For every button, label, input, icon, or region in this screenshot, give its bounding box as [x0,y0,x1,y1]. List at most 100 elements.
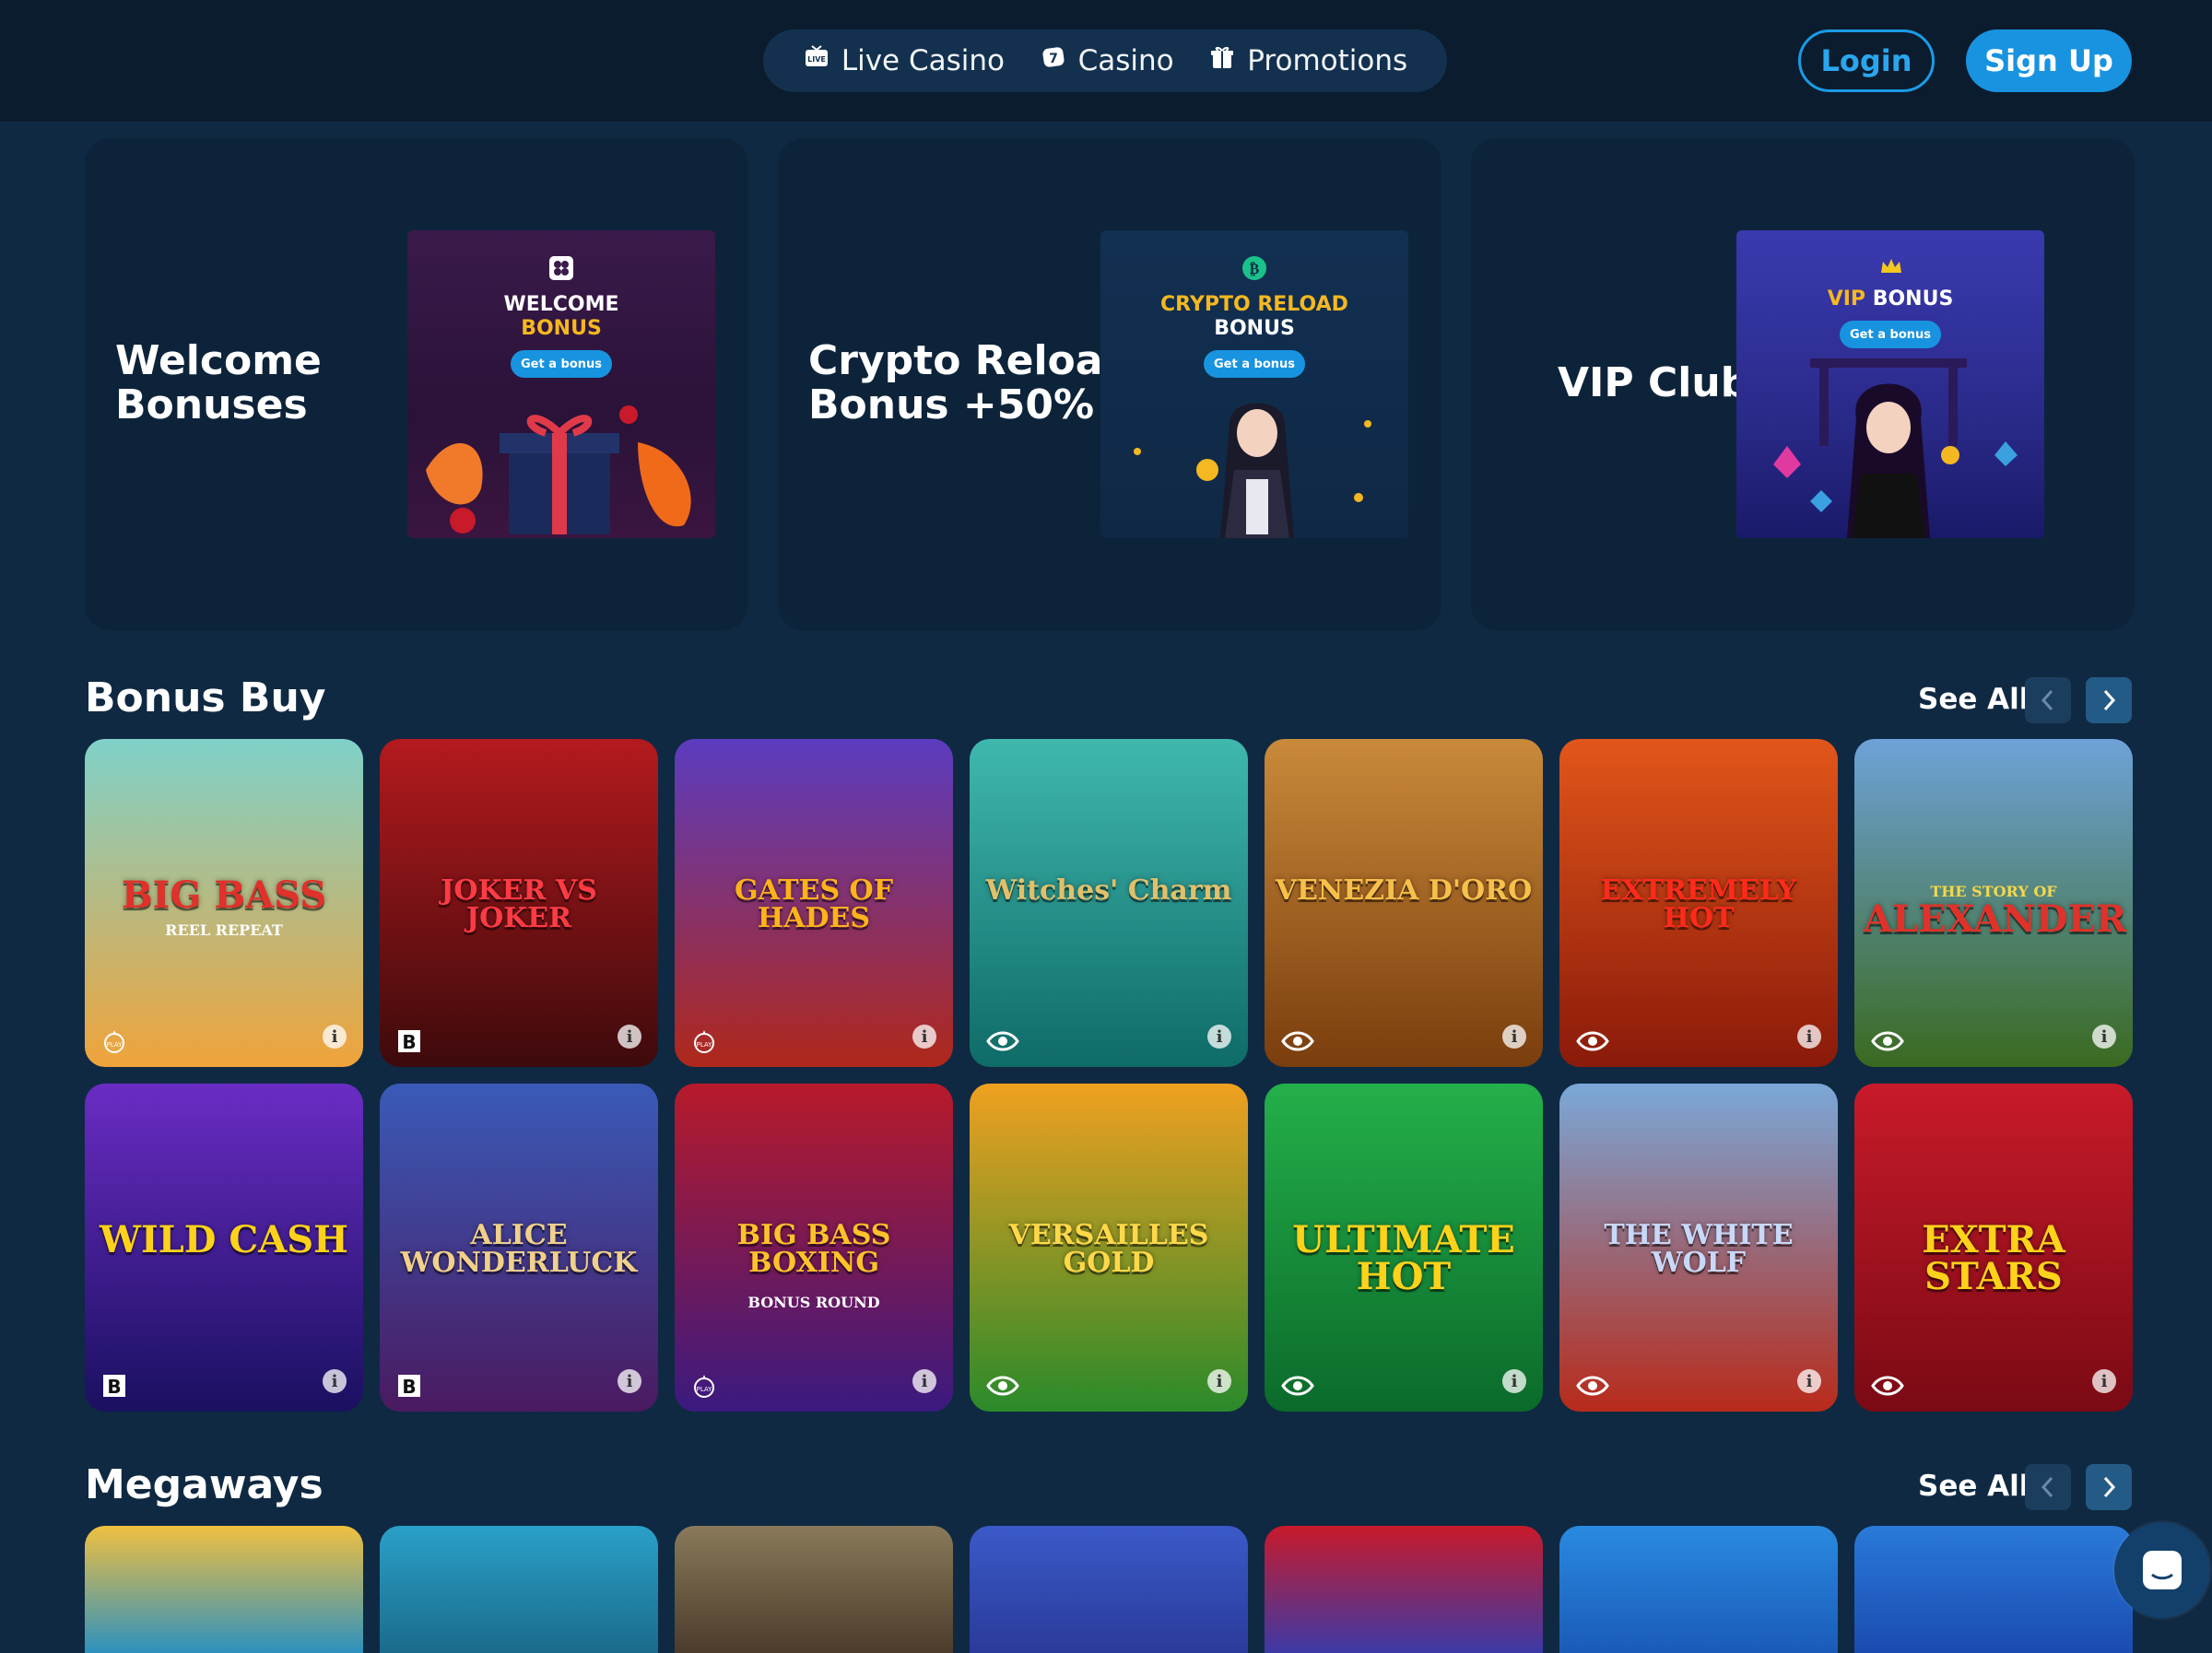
bgaming-icon: B [101,1373,127,1399]
character-illustration [1134,403,1371,538]
eye-icon [1576,1373,1609,1399]
banner-title-line1: CRYPTO RELOAD [1160,293,1348,316]
game-logo: BIG BASS BOXING [736,1219,891,1279]
bonus-buy-prev-button[interactable] [2025,677,2071,723]
svg-text:₿: ₿ [1250,260,1260,277]
info-icon[interactable]: i [1502,1025,1526,1049]
nav-casino[interactable]: 7 Casino [1040,43,1174,78]
game-logo: GATES OF HADES [735,874,893,934]
game-tile[interactable]: BIG BASS REEL REPEAT PLAY i [85,739,363,1067]
info-icon[interactable]: i [1797,1025,1821,1049]
game-tile[interactable] [1559,1526,1838,1653]
info-icon[interactable]: i [1797,1369,1821,1393]
banner-title-line1: WELCOME [503,293,619,316]
chevron-right-icon [2103,1476,2116,1498]
nav-live-casino[interactable]: LIVE Live Casino [803,43,1005,78]
game-logo: EXTRA STARS [1922,1218,2065,1298]
game-tile[interactable]: THE STORY OF ALEXANDER i [1854,739,2133,1067]
game-tile[interactable] [380,1526,658,1653]
section-title-bonus-buy: Bonus Buy [85,674,326,721]
game-logo: JOKER VS JOKER [441,874,597,934]
top-header: LIVE Live Casino 7 Casino Promotions Log… [0,0,2212,122]
game-tile[interactable] [675,1526,953,1653]
megaways-next-button[interactable] [2086,1464,2132,1510]
svg-text:PLAY: PLAY [107,1041,124,1049]
banner-title: VIP BONUS [1736,287,2044,311]
megaways-prev-button[interactable] [2025,1464,2071,1510]
game-tile[interactable]: Witches' Charm i [970,739,1248,1067]
eye-icon [986,1373,1019,1399]
chevron-right-icon [2103,689,2116,711]
game-tile[interactable] [1265,1526,1543,1653]
info-icon[interactable]: i [1502,1369,1526,1393]
banner-title-line2: BONUS [521,317,602,340]
gift-box-illustration [426,405,691,534]
chevron-left-icon [2041,689,2053,711]
promo-card-vip[interactable]: VIP Club VIP BONUS Get a bonus [1471,138,2135,630]
nav-label: Casino [1077,44,1174,77]
game-tile[interactable]: VENEZIA D'ORO i [1265,739,1543,1067]
game-logo: WILD CASH [100,1218,348,1261]
crypto-bonus-banner[interactable]: ₿ CRYPTO RELOAD BONUS Get a bonus [1100,230,1408,538]
eye-icon [1281,1373,1314,1399]
chat-button[interactable] [2114,1522,2210,1618]
eye-icon [1871,1373,1904,1399]
game-tile[interactable] [970,1526,1248,1653]
game-logo-subtitle: REEL REPEAT [165,921,283,939]
nav-promotions[interactable]: Promotions [1208,43,1407,78]
game-tile[interactable] [85,1526,363,1653]
game-tile[interactable]: JOKER VS JOKER Bi [380,739,658,1067]
game-logo: EXTREMELY HOT [1600,874,1797,934]
game-tile[interactable]: GATES OF HADES PLAY i [675,739,953,1067]
see-all-megaways[interactable]: See All [1918,1470,2029,1503]
info-icon[interactable]: i [912,1369,936,1393]
get-bonus-button[interactable]: Get a bonus [511,350,612,378]
game-tile[interactable]: ALICE WONDERLUCK Bi [380,1084,658,1412]
game-tile[interactable]: BIG BASS BOXING BONUS ROUND PLAY i [675,1084,953,1412]
get-bonus-button[interactable]: Get a bonus [1204,350,1305,378]
svg-text:B: B [107,1376,121,1398]
see-all-bonus-buy[interactable]: See All [1918,683,2029,716]
game-logo: ALEXANDER [1864,897,2127,941]
info-icon[interactable]: i [1207,1369,1231,1393]
game-tile[interactable]: EXTRA STARS i [1854,1084,2133,1412]
info-icon[interactable]: i [323,1369,347,1393]
game-tile[interactable]: ULTIMATE HOT i [1265,1084,1543,1412]
get-bonus-button[interactable]: Get a bonus [1840,321,1941,348]
crown-icon [1879,256,1903,276]
promo-title: Crypto Reload Bonus +50% [808,337,1132,428]
live-tv-icon: LIVE [803,43,830,78]
login-button[interactable]: Login [1798,29,1935,92]
vip-bonus-banner[interactable]: VIP BONUS Get a bonus [1736,230,2044,538]
game-tile[interactable]: WILD CASH Bi [85,1084,363,1412]
pragmatic-icon: PLAY [101,1028,127,1054]
nav-label: Promotions [1247,44,1408,77]
bonus-buy-next-button[interactable] [2086,677,2132,723]
signup-button[interactable]: Sign Up [1966,29,2132,92]
welcome-bonus-banner[interactable]: WELCOME BONUS Get a bonus [407,230,715,538]
game-tile[interactable] [1854,1526,2133,1653]
character-illustration [1773,358,2018,538]
svg-text:LIVE: LIVE [807,55,826,64]
info-icon[interactable]: i [618,1369,641,1393]
svg-text:B: B [402,1376,416,1398]
game-logo: Witches' Charm [985,874,1232,907]
info-icon[interactable]: i [912,1025,936,1049]
info-icon[interactable]: i [1207,1025,1231,1049]
promo-card-welcome[interactable]: Welcome Bonuses WELCOME BONUS Get a bonu… [85,138,748,630]
info-icon[interactable]: i [323,1025,347,1049]
gift-icon [1208,43,1236,78]
promo-card-crypto-reload[interactable]: Crypto Reload Bonus +50% ₿ CRYPTO RELOAD… [778,138,1441,630]
game-tile[interactable]: EXTREMELY HOT i [1559,739,1838,1067]
dice-icon: 7 [1040,43,1067,78]
nav-label: Live Casino [841,44,1005,77]
promo-title: Welcome Bonuses [115,337,322,428]
eye-icon [1871,1028,1904,1054]
svg-text:PLAY: PLAY [697,1041,713,1049]
game-tile[interactable]: THE WHITE WOLF i [1559,1084,1838,1412]
info-icon[interactable]: i [2092,1025,2116,1049]
game-tile[interactable]: VERSAILLES GOLD i [970,1084,1248,1412]
info-icon[interactable]: i [618,1025,641,1049]
info-icon[interactable]: i [2092,1369,2116,1393]
chevron-left-icon [2041,1476,2053,1498]
